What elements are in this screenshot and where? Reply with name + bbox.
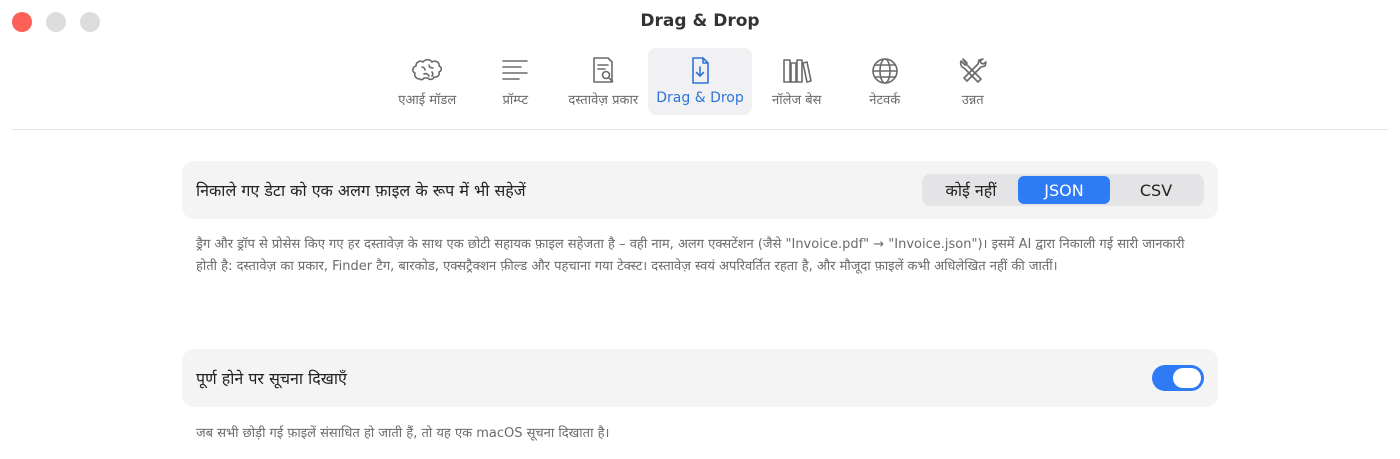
- settings-toolbar: एआई मॉडल प्रॉम्प्ट दस्तावेज़ प्रकार Drag…: [0, 48, 1400, 115]
- notify-row: पूर्ण होने पर सूचना दिखाएँ: [182, 349, 1218, 407]
- books-icon: [777, 54, 817, 88]
- tab-advanced[interactable]: उन्नत: [930, 48, 1016, 115]
- format-option-json[interactable]: JSON: [1018, 176, 1110, 204]
- save-extracted-description: ड्रैग और ड्रॉप से प्रोसेस किए गए हर दस्त…: [196, 237, 1185, 274]
- format-segmented-control: कोई नहीं JSON CSV: [922, 174, 1204, 206]
- tab-label: प्रॉम्प्ट: [502, 93, 529, 108]
- globe-icon: [865, 54, 905, 88]
- tools-icon: [953, 54, 993, 88]
- brain-icon: [407, 54, 447, 88]
- tab-label: Drag & Drop: [656, 90, 744, 106]
- window-title: Drag & Drop: [640, 11, 760, 31]
- tab-knowledge-base[interactable]: नॉलेज बेस: [754, 48, 840, 115]
- toggle-knob: [1173, 368, 1201, 388]
- tab-prompt[interactable]: प्रॉम्प्ट: [472, 48, 558, 115]
- text-lines-icon: [495, 54, 535, 88]
- toolbar-divider: [12, 129, 1388, 130]
- tab-label: उन्नत: [961, 93, 984, 108]
- settings-window: Drag & Drop एआई मॉडल प्रॉम्प्ट दस्तावेज़…: [0, 0, 1400, 459]
- tab-ai-model[interactable]: एआई मॉडल: [384, 48, 470, 115]
- tab-drag-and-drop[interactable]: Drag & Drop: [648, 48, 752, 115]
- notify-toggle[interactable]: [1152, 365, 1204, 391]
- tab-network[interactable]: नेटवर्क: [842, 48, 928, 115]
- format-option-csv[interactable]: CSV: [1110, 176, 1202, 204]
- tab-label: एआई मॉडल: [398, 93, 457, 108]
- document-search-icon: [583, 54, 623, 88]
- format-option-none[interactable]: कोई नहीं: [924, 176, 1018, 204]
- tab-document-types[interactable]: दस्तावेज़ प्रकार: [560, 48, 646, 115]
- tab-label: नॉलेज बेस: [772, 93, 822, 108]
- notify-description: जब सभी छोड़ी गई फ़ाइलें संसाधित हो जाती …: [196, 426, 610, 441]
- document-download-icon: [680, 54, 720, 88]
- save-extracted-label: निकाले गए डेटा को एक अलग फ़ाइल के रूप मे…: [196, 181, 526, 200]
- tab-label: नेटवर्क: [869, 93, 901, 108]
- tab-label: दस्तावेज़ प्रकार: [568, 93, 639, 108]
- save-extracted-row: निकाले गए डेटा को एक अलग फ़ाइल के रूप मे…: [182, 161, 1218, 219]
- notify-label: पूर्ण होने पर सूचना दिखाएँ: [196, 369, 347, 388]
